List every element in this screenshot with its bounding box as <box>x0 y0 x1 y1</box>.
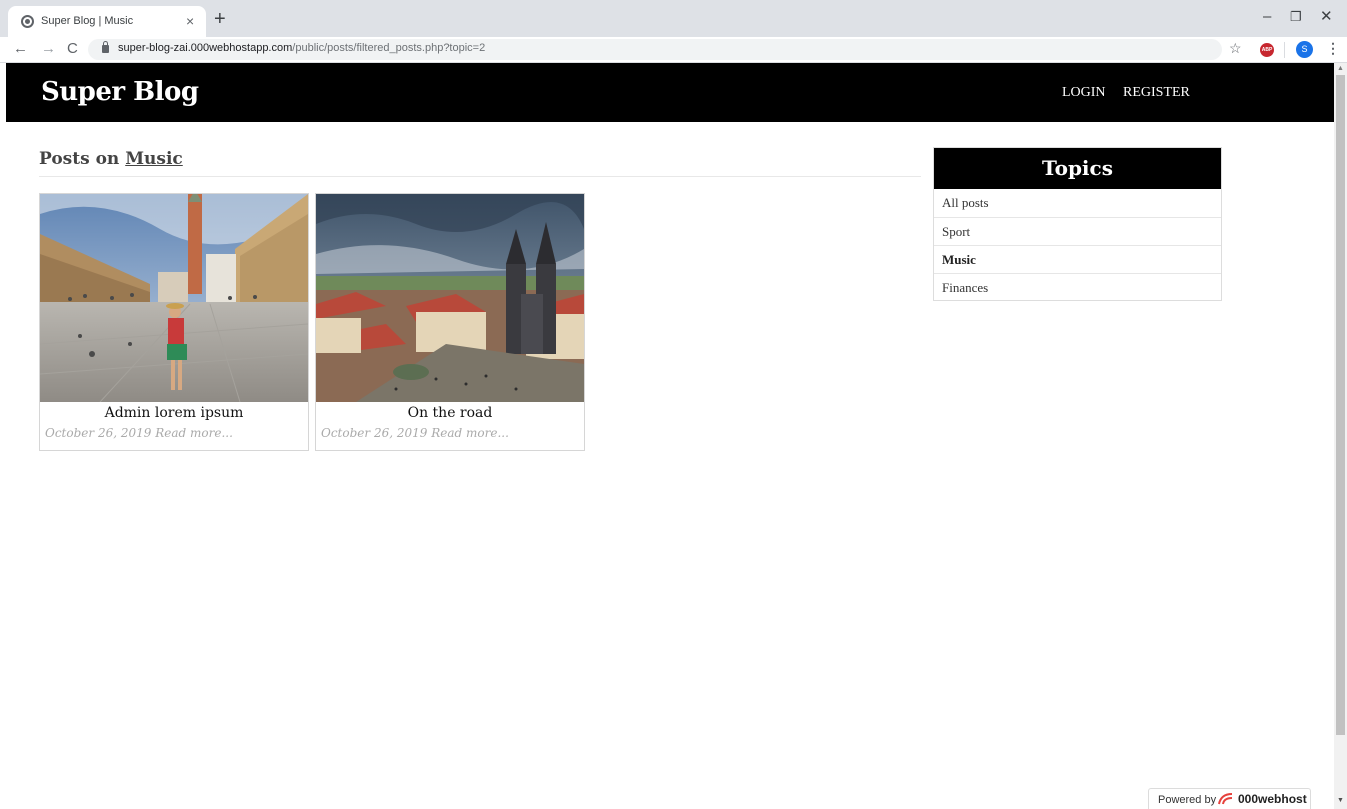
site-header: Super Blog LOGIN REGISTER <box>6 63 1334 122</box>
toolbar-separator <box>1284 42 1285 58</box>
window-minimize-button[interactable]: – <box>1263 8 1271 26</box>
post-image-venice[interactable] <box>40 194 308 402</box>
topic-item-finances[interactable]: Finances <box>934 273 1221 301</box>
post-meta: October 26, 2019 Read more... <box>45 426 233 440</box>
topic-item-sport[interactable]: Sport <box>934 217 1221 245</box>
venice-square-photo <box>40 194 308 402</box>
scroll-down-arrow-icon[interactable]: ▼ <box>1337 797 1344 804</box>
post-date: October 26, 2019 <box>321 426 428 440</box>
reload-icon[interactable]: C <box>67 39 78 59</box>
post-date: October 26, 2019 <box>45 426 152 440</box>
browser-tab-active[interactable]: Super Blog | Music × <box>8 6 206 37</box>
window-restore-button[interactable]: ❐ <box>1290 8 1302 26</box>
topic-item-all-posts[interactable]: All posts <box>934 189 1221 217</box>
post-title[interactable]: Admin lorem ipsum <box>40 405 308 421</box>
tab-close-icon[interactable]: × <box>186 12 194 30</box>
scroll-up-arrow-icon[interactable]: ▲ <box>1337 65 1344 72</box>
window-close-button[interactable]: ✕ <box>1320 8 1333 26</box>
browser-menu-icon[interactable]: ⋮ <box>1326 40 1340 57</box>
prague-cityscape-photo <box>316 194 584 402</box>
heading-topic-link[interactable]: Music <box>125 149 183 169</box>
globe-icon <box>21 15 34 28</box>
heading-divider <box>39 176 921 177</box>
webhost-logo-icon <box>1218 793 1233 805</box>
webhost-brand: 000webhost <box>1238 792 1307 806</box>
page-scrollbar[interactable]: ▲ ▼ <box>1334 63 1347 809</box>
scroll-thumb[interactable] <box>1336 75 1345 735</box>
read-more-link[interactable]: Read more... <box>155 426 233 440</box>
url-text[interactable]: super-blog-zai.000webhostapp.com/public/… <box>118 42 485 54</box>
adblock-extension-icon[interactable]: ABP <box>1260 43 1274 57</box>
topics-sidebar: Topics All posts Sport Music Finances <box>933 147 1222 301</box>
post-card: On the road October 26, 2019 Read more..… <box>315 193 585 451</box>
bookmark-star-icon[interactable]: ☆ <box>1229 40 1242 57</box>
forward-arrow-icon[interactable]: → <box>41 39 56 59</box>
page-viewport: Super Blog LOGIN REGISTER Posts on Music <box>6 63 1334 809</box>
register-link[interactable]: REGISTER <box>1123 85 1190 101</box>
url-host: super-blog-zai.000webhostapp.com <box>118 42 293 54</box>
topics-heading: Topics <box>934 148 1221 189</box>
site-logo[interactable]: Super Blog <box>41 77 199 107</box>
page-title: Posts on Music <box>39 149 183 169</box>
topic-item-music[interactable]: Music <box>934 245 1221 273</box>
post-title[interactable]: On the road <box>316 405 584 421</box>
browser-tab-strip: Super Blog | Music × + – ❐ ✕ <box>0 0 1347 37</box>
url-path: /public/posts/filtered_posts.php?topic=2 <box>292 42 486 54</box>
profile-avatar[interactable]: S <box>1296 41 1313 58</box>
new-tab-button[interactable]: + <box>214 9 226 29</box>
post-meta: October 26, 2019 Read more... <box>321 426 509 440</box>
lock-icon[interactable] <box>102 41 109 53</box>
browser-toolbar: ← → C super-blog-zai.000webhostapp.com/p… <box>0 37 1347 63</box>
tab-title: Super Blog | Music <box>41 15 134 27</box>
read-more-link[interactable]: Read more... <box>431 426 509 440</box>
powered-by-badge[interactable]: Powered by 000webhost <box>1148 788 1311 809</box>
heading-prefix: Posts on <box>39 149 126 169</box>
powered-by-label: Powered by <box>1158 794 1217 806</box>
back-arrow-icon[interactable]: ← <box>13 39 28 59</box>
login-link[interactable]: LOGIN <box>1062 85 1106 101</box>
address-bar[interactable]: super-blog-zai.000webhostapp.com/public/… <box>88 39 1222 60</box>
post-card: Admin lorem ipsum October 26, 2019 Read … <box>39 193 309 451</box>
post-image-prague[interactable] <box>316 194 584 402</box>
